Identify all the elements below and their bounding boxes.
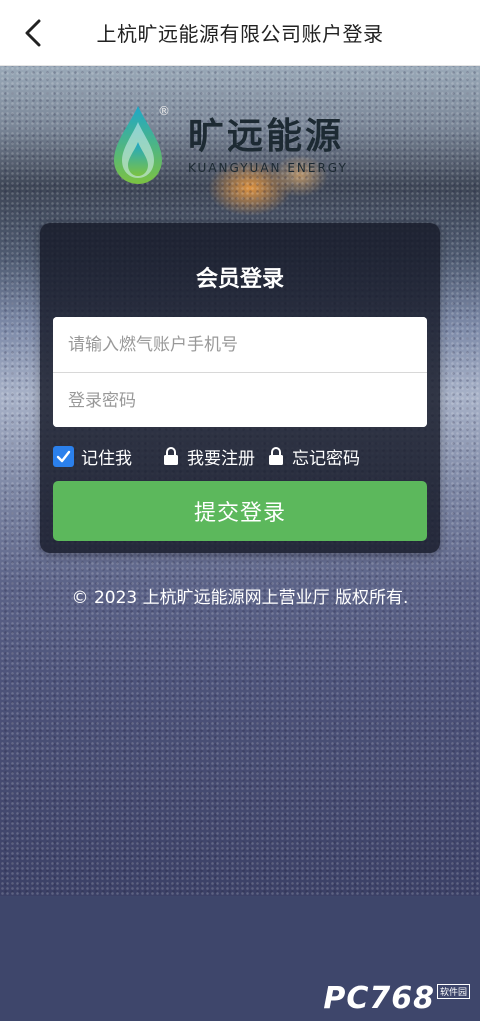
back-button[interactable] <box>18 18 48 48</box>
company-logo: ® 旷远能源 KUANGYUAN ENERGY <box>108 100 378 190</box>
login-card-title: 会员登录 <box>195 267 284 292</box>
submit-login-button[interactable]: 提交登录 <box>53 481 427 541</box>
footer-band: PC768 软件园 <box>0 896 480 1021</box>
forgot-password-link[interactable]: 忘记密码 <box>267 444 360 469</box>
logo-text: 旷远能源 KUANGYUAN ENERGY <box>188 115 348 175</box>
chevron-left-icon <box>25 19 41 47</box>
logo-name-english: KUANGYUAN ENERGY <box>188 161 348 175</box>
watermark-text: PC768 <box>323 981 435 1016</box>
register-label: 我要注册 <box>187 448 255 469</box>
checkmark-icon <box>56 450 71 462</box>
login-fields <box>53 317 427 427</box>
registered-mark: ® <box>158 104 170 118</box>
password-input[interactable] <box>53 373 427 427</box>
watermark-tag: 软件园 <box>436 984 470 999</box>
login-options: 记住我 我要注册 忘记密码 <box>53 444 427 469</box>
login-card: 会员登录 记住我 我要注册 忘记密码 提交登录 <box>40 223 440 553</box>
register-link[interactable]: 我要注册 <box>162 444 255 469</box>
account-phone-input[interactable] <box>53 317 427 372</box>
remember-me-checkbox[interactable] <box>53 445 74 467</box>
forgot-password-label: 忘记密码 <box>292 448 360 469</box>
watermark: PC768 软件园 <box>323 983 470 1015</box>
remember-me-label: 记住我 <box>81 448 132 469</box>
page-title: 上杭旷远能源有限公司账户登录 <box>96 22 384 46</box>
lock-icon <box>269 447 283 465</box>
copyright-text: © 2023 上杭旷远能源网上营业厅 版权所有. <box>71 588 409 608</box>
lock-icon <box>164 447 178 465</box>
logo-name-chinese: 旷远能源 <box>188 116 345 157</box>
top-navigation-bar: 上杭旷远能源有限公司账户登录 <box>0 0 480 66</box>
